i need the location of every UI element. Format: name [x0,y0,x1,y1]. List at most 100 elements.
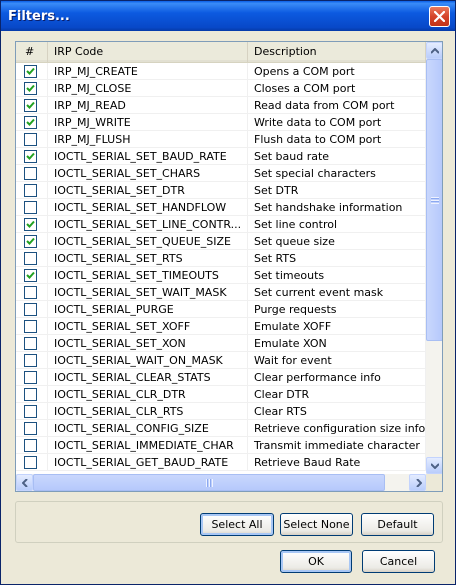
row-checkbox[interactable] [24,354,37,367]
table-row[interactable]: IRP_MJ_READ Read data from COM port [16,97,426,114]
description-cell: Set current event mask [248,284,426,301]
checkbox-cell [16,216,48,233]
table-row[interactable]: IRP_MJ_WRITE Write data to COM port [16,114,426,131]
row-checkbox[interactable] [24,269,37,282]
row-checkbox[interactable] [24,133,37,146]
description-cell: Transmit immediate character [248,437,426,454]
horizontal-scroll-thumb[interactable] [33,474,385,491]
table-row[interactable]: IOCTL_SERIAL_PURGE Purge requests [16,301,426,318]
table-row[interactable]: IRP_MJ_CLOSE Closes a COM port [16,80,426,97]
table-row[interactable]: IOCTL_SERIAL_SET_TIMEOUTS Set timeouts [16,267,426,284]
checkbox-cell [16,403,48,420]
irp-code-cell: IRP_MJ_FLUSH [48,131,248,148]
row-checkbox[interactable] [24,252,37,265]
check-icon [26,271,35,279]
window-title: Filters... [8,9,70,24]
table-row[interactable]: IOCTL_SERIAL_SET_WAIT_MASK Set current ev… [16,284,426,301]
table-row[interactable]: IOCTL_SERIAL_SET_XOFF Emulate XOFF [16,318,426,335]
row-checkbox[interactable] [24,320,37,333]
table-row[interactable]: IOCTL_SERIAL_IMMEDIATE_CHAR Transmit imme… [16,437,426,454]
arrow-right-icon [416,479,422,487]
irp-code-cell: IRP_MJ_WRITE [48,114,248,131]
row-checkbox[interactable] [24,116,37,129]
row-checkbox[interactable] [24,388,37,401]
row-checkbox[interactable] [24,218,37,231]
arrow-up-icon [431,48,439,54]
table-row[interactable]: IOCTL_SERIAL_CLEAR_STATS Clear performanc… [16,369,426,386]
row-checkbox[interactable] [24,286,37,299]
table-row[interactable]: IOCTL_SERIAL_SET_CHARS Set special charac… [16,165,426,182]
checkbox-cell [16,250,48,267]
select-all-button[interactable]: Select All [200,513,274,536]
irp-code-cell: IRP_MJ_READ [48,97,248,114]
column-header-number[interactable]: # [16,42,48,62]
column-header-description[interactable]: Description [248,42,426,62]
row-checkbox[interactable] [24,184,37,197]
title-bar[interactable]: Filters... [1,1,455,31]
scrollbar-corner [426,474,442,491]
description-cell: Flush data to COM port [248,131,426,148]
check-icon [26,220,35,228]
check-icon [26,101,35,109]
table-row[interactable]: IOCTL_SERIAL_WAIT_ON_MASK Wait for event [16,352,426,369]
irp-code-cell: IOCTL_SERIAL_SET_LINE_CONTR... [48,216,248,233]
table-row[interactable]: IOCTL_SERIAL_CONFIG_SIZE Retrieve configu… [16,420,426,437]
row-checkbox[interactable] [24,167,37,180]
row-checkbox[interactable] [24,201,37,214]
row-checkbox[interactable] [24,150,37,163]
checkbox-cell [16,63,48,80]
column-header-irp-code[interactable]: IRP Code [48,42,248,62]
table-row[interactable]: IOCTL_SERIAL_SET_LINE_CONTR... Set line c… [16,216,426,233]
thumb-grip [206,479,213,487]
checkbox-cell [16,454,48,471]
row-checkbox[interactable] [24,65,37,78]
close-button[interactable] [429,6,450,27]
table-row[interactable]: IRP_MJ_FLUSH Flush data to COM port [16,131,426,148]
row-checkbox[interactable] [24,439,37,452]
table-row[interactable]: IOCTL_SERIAL_SET_XON Emulate XON [16,335,426,352]
table-row[interactable]: IOCTL_SERIAL_SET_QUEUE_SIZE Set queue siz… [16,233,426,250]
check-icon [26,84,35,92]
description-cell: Set queue size [248,233,426,250]
row-checkbox[interactable] [24,405,37,418]
vertical-scrollbar[interactable] [426,42,442,474]
description-cell: Purge requests [248,301,426,318]
table-row[interactable]: IOCTL_SERIAL_SET_RTS Set RTS [16,250,426,267]
cancel-button[interactable]: Cancel [362,550,435,573]
table-row[interactable]: IOCTL_SERIAL_CLR_RTS Clear RTS [16,403,426,420]
row-checkbox[interactable] [24,371,37,384]
vertical-scroll-thumb[interactable] [426,59,442,341]
checkbox-cell [16,267,48,284]
row-checkbox[interactable] [24,82,37,95]
row-checkbox[interactable] [24,422,37,435]
ok-button[interactable]: OK [280,550,352,573]
description-cell: Clear DTR [248,386,426,403]
row-checkbox[interactable] [24,99,37,112]
description-cell: Clear performance info [248,369,426,386]
horizontal-scrollbar[interactable] [16,474,426,491]
row-checkbox[interactable] [24,303,37,316]
scroll-down-button[interactable] [426,457,442,474]
row-checkbox[interactable] [24,235,37,248]
scroll-right-button[interactable] [409,474,426,491]
description-cell: Retrieve Baud Rate [248,454,426,471]
table-row[interactable]: IRP_MJ_CREATE Opens a COM port [16,63,426,80]
scroll-up-button[interactable] [426,42,442,59]
select-none-button[interactable]: Select None [280,513,353,536]
selection-group: Select All Select None Default [15,501,443,543]
table-row[interactable]: IOCTL_SERIAL_CLR_DTR Clear DTR [16,386,426,403]
table-row[interactable]: IOCTL_SERIAL_GET_BAUD_RATE Retrieve Baud … [16,454,426,471]
table-row[interactable]: IOCTL_SERIAL_SET_DTR Set DTR [16,182,426,199]
default-button[interactable]: Default [361,513,434,536]
table-row[interactable]: IOCTL_SERIAL_SET_BAUD_RATE Set baud rate [16,148,426,165]
row-checkbox[interactable] [24,337,37,350]
irp-code-cell: IOCTL_SERIAL_SET_XON [48,335,248,352]
row-checkbox[interactable] [24,456,37,469]
irp-code-cell: IOCTL_SERIAL_PURGE [48,301,248,318]
table-row[interactable]: IOCTL_SERIAL_SET_HANDFLOW Set handshake i… [16,199,426,216]
filter-list[interactable]: # IRP Code Description IRP_MJ_CREATE Open… [15,41,443,492]
irp-code-cell: IOCTL_SERIAL_CONFIG_SIZE [48,420,248,437]
list-rows: IRP_MJ_CREATE Opens a COM port IRP_MJ_CLOS… [16,63,426,471]
irp-code-cell: IOCTL_SERIAL_GET_BAUD_RATE [48,454,248,471]
scroll-left-button[interactable] [16,474,33,491]
